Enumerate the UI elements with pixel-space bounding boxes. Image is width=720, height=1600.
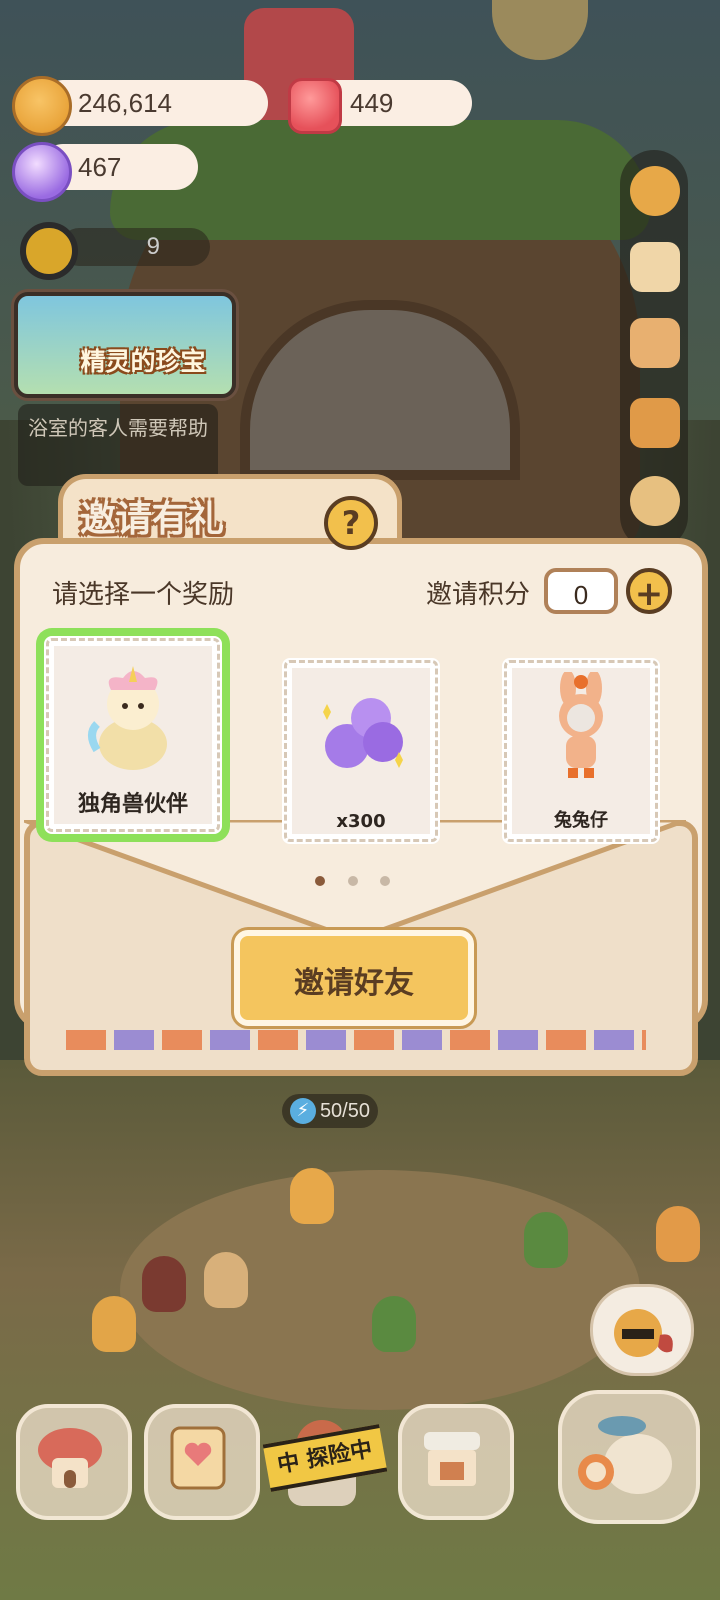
add-points-button[interactable]: + (626, 568, 672, 614)
reward-card-unicorn[interactable]: 独角兽伙伴 (44, 636, 222, 834)
energy-bolt-icon: ⚡ (290, 1098, 316, 1124)
invite-friends-button[interactable]: 邀请好友 (234, 930, 474, 1026)
reward-label: x300 (336, 811, 386, 832)
invite-points-label: 邀请积分 (426, 580, 531, 610)
shop-stall-icon (424, 1432, 480, 1486)
dock-shop-button[interactable] (398, 1404, 514, 1520)
energy-value: 50/50 (319, 1100, 370, 1122)
invite-points-value: 0 (544, 568, 618, 614)
choose-reward-label: 请选择一个奖励 (52, 580, 235, 610)
cat-with-fish-icon (578, 1416, 672, 1494)
envelope-airmail-stripe (66, 1030, 646, 1050)
cat-with-chicken-icon (614, 1309, 673, 1357)
unicorn-plush-icon (88, 666, 167, 770)
reward-label: 独角兽伙伴 (77, 792, 188, 817)
dialog-title: 邀请有礼 (80, 499, 225, 540)
candy-pile-icon (323, 698, 403, 768)
notebook-heart-icon (170, 1426, 226, 1490)
help-button[interactable]: ? (324, 496, 378, 550)
dock-house-button[interactable] (16, 1404, 132, 1520)
reward-card-candy[interactable]: x300 (282, 658, 440, 844)
mushroom-house-icon (38, 1428, 102, 1488)
page-dot[interactable] (348, 876, 358, 886)
reward-card-bunny[interactable]: 兔兔仔 (502, 658, 660, 844)
reward-label: 兔兔仔 (554, 810, 608, 831)
page-dot-active[interactable] (315, 876, 325, 886)
dock-journal-button[interactable] (144, 1404, 260, 1520)
page-dot[interactable] (380, 876, 390, 886)
bunny-costume-icon (559, 672, 603, 778)
dock-pet-button[interactable] (558, 1390, 700, 1524)
pet-speech-bubble[interactable] (590, 1284, 694, 1376)
